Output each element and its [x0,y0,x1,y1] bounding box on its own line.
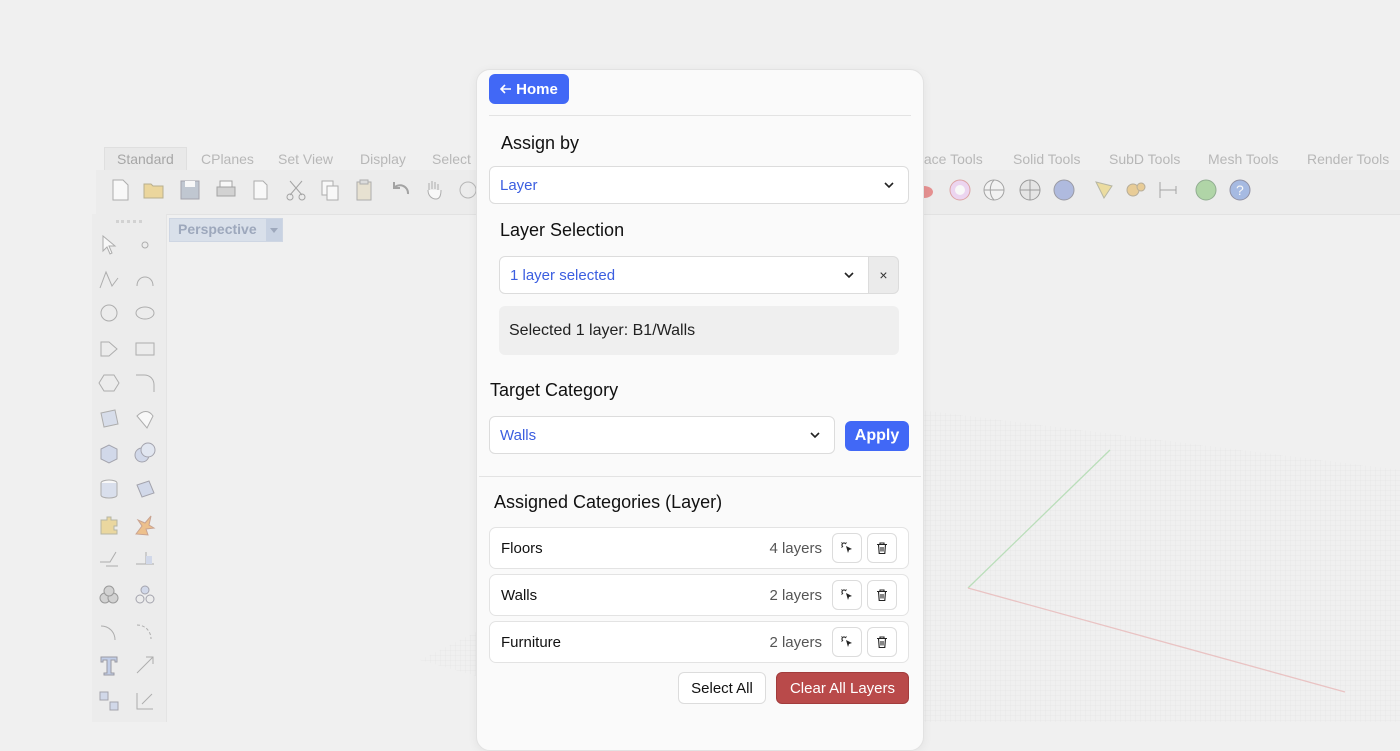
clear-selection-button[interactable]: × [869,256,899,294]
chevron-down-icon [844,272,854,279]
apply-button[interactable]: Apply [845,421,909,451]
delete-category-button[interactable] [867,627,897,657]
layer-count: 2 layers [769,634,822,651]
trash-icon [877,542,887,555]
category-name: Floors [501,540,543,557]
cursor-select-icon [841,636,852,647]
cursor-select-icon [841,589,852,600]
layer-selection-select[interactable]: 1 layer selected [499,256,869,294]
select-layers-button[interactable] [832,533,862,563]
clear-all-layers-button[interactable]: Clear All Layers [776,672,909,704]
trash-icon [877,589,887,602]
category-row-floors: Floors 4 layers [489,527,909,569]
delete-category-button[interactable] [867,580,897,610]
assign-by-value: Layer [500,176,538,194]
chevron-down-icon [810,432,820,439]
delete-category-button[interactable] [867,533,897,563]
category-name: Walls [501,587,538,604]
section-divider [479,476,921,477]
selection-info: Selected 1 layer: B1/Walls [499,306,899,355]
category-row-furniture: Furniture 2 layers [489,621,909,663]
layer-count: 4 layers [769,540,822,557]
cursor-select-icon [841,542,852,553]
select-all-button[interactable]: Select All [678,672,766,704]
home-button[interactable]: Home [489,74,569,104]
target-category-title: Target Category [490,380,619,400]
layer-selection-title: Layer Selection [500,220,625,240]
header-divider [489,115,911,116]
layer-count: 2 layers [769,587,822,604]
assign-by-title: Assign by [501,133,580,153]
back-arrow-icon [500,84,512,94]
chevron-down-icon [884,182,894,189]
assigned-categories-title: Assigned Categories (Layer) [494,492,723,512]
assign-by-select[interactable]: Layer [489,166,909,204]
category-name: Furniture [501,634,562,651]
category-assignment-panel: Home Assign by Layer Layer Selection 1 l… [476,69,924,751]
category-row-walls: Walls 2 layers [489,574,909,616]
target-category-value: Walls [500,426,537,444]
trash-icon [877,636,887,649]
home-button-label: Home [516,80,558,98]
select-layers-button[interactable] [832,627,862,657]
layer-selection-value: 1 layer selected [510,266,616,284]
select-layers-button[interactable] [832,580,862,610]
target-category-select[interactable]: Walls [489,416,835,454]
